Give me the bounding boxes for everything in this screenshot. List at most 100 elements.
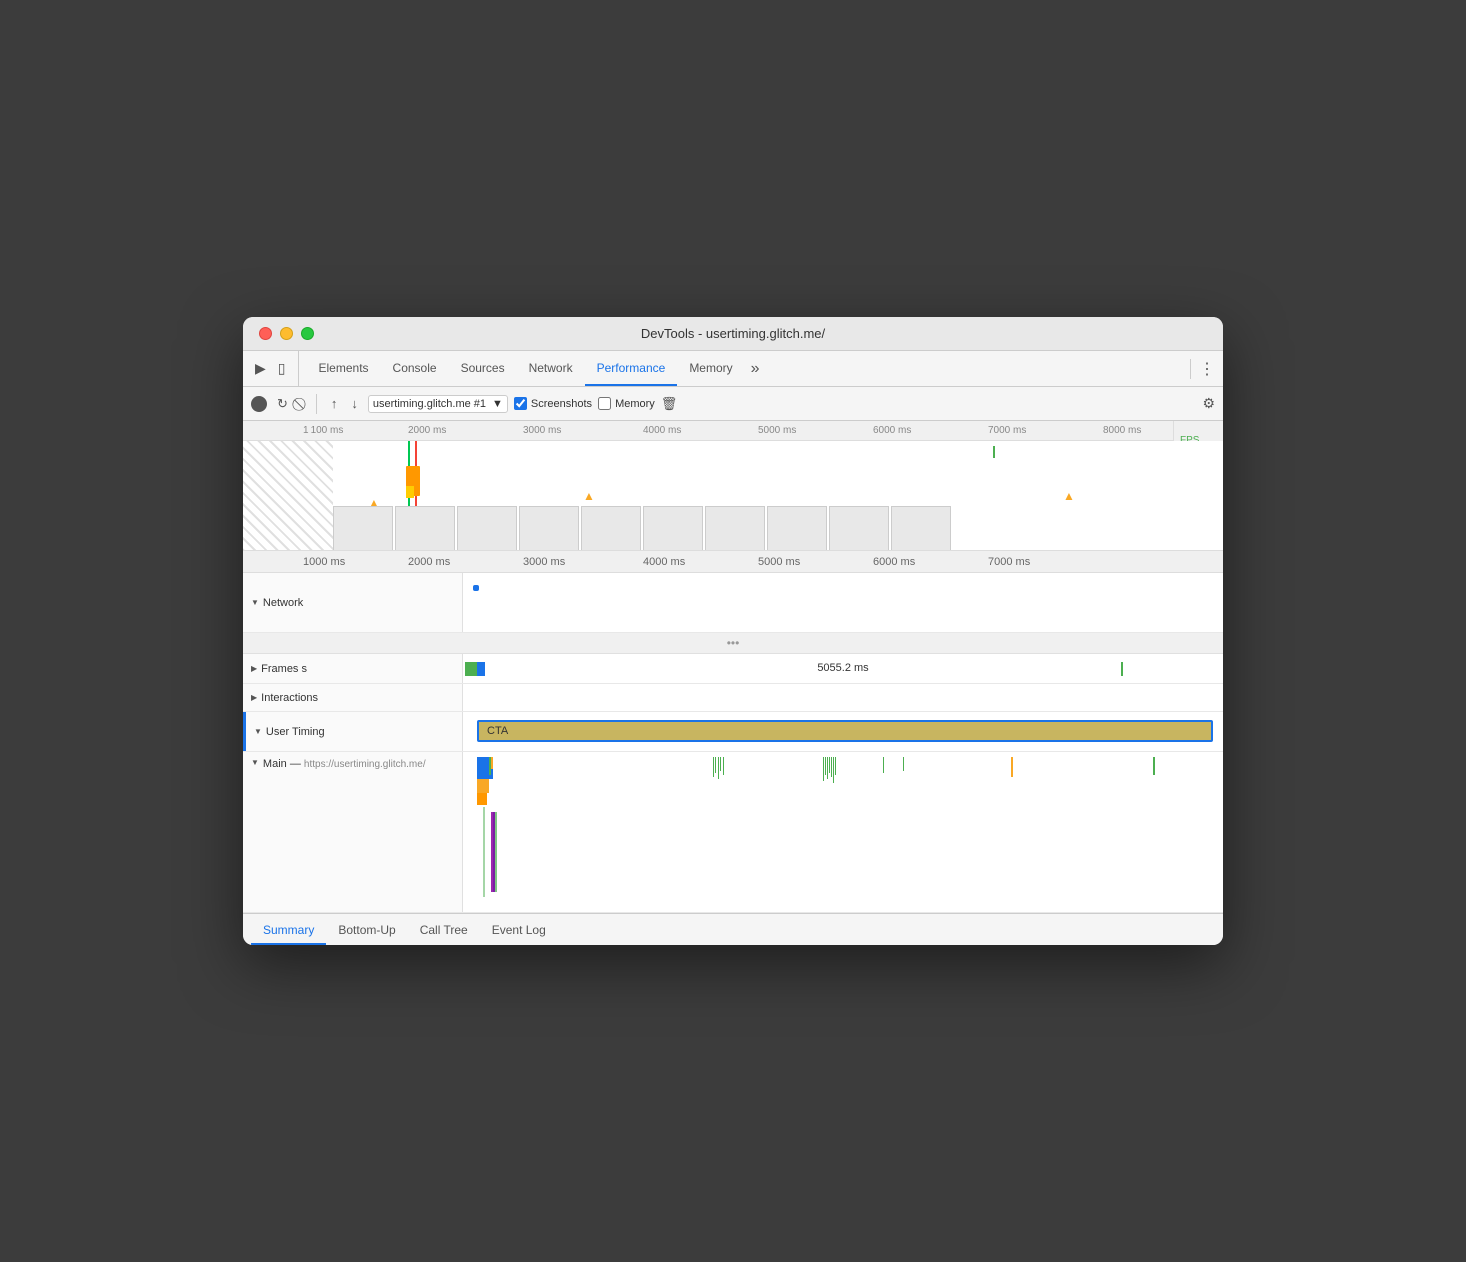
clear-button[interactable]: ⃠ bbox=[298, 392, 306, 416]
screenshot-4 bbox=[519, 506, 579, 551]
timeline-panels: ▼ Network ••• ▶ Frames s 5055.2 ms bbox=[243, 573, 1223, 913]
green-tick-3 bbox=[715, 757, 716, 773]
ruler-label-4000: 4000 ms bbox=[643, 425, 681, 436]
green-tick-10 bbox=[829, 757, 830, 773]
recording-selector[interactable]: usertiming.glitch.me #1 ▼ bbox=[368, 395, 508, 413]
device-icon[interactable]: ▯ bbox=[274, 356, 290, 381]
screenshot-6 bbox=[643, 506, 703, 551]
ruler-label-6000: 6000 ms bbox=[873, 425, 911, 436]
green-tick-11 bbox=[831, 757, 832, 777]
window-title: DevTools - usertiming.glitch.me/ bbox=[641, 326, 825, 341]
yellow-block bbox=[406, 486, 414, 498]
tab-performance[interactable]: Performance bbox=[585, 351, 678, 386]
frames-panel-label[interactable]: ▶ Frames s bbox=[243, 654, 463, 683]
triangle-icon: ▼ bbox=[251, 758, 259, 767]
frames-panel-content: 5055.2 ms bbox=[463, 654, 1223, 683]
tab-bottom-up[interactable]: Bottom-Up bbox=[326, 917, 407, 945]
green-tick-12 bbox=[833, 757, 834, 783]
green-tick-16 bbox=[1153, 757, 1155, 775]
tab-network[interactable]: Network bbox=[517, 351, 585, 386]
minimize-button[interactable] bbox=[280, 327, 293, 340]
network-panel-label[interactable]: ▼ Network bbox=[243, 573, 463, 632]
memory-check[interactable] bbox=[598, 397, 611, 410]
timeline-ruler-top: 1 100 ms 2000 ms 3000 ms 4000 ms 5000 ms… bbox=[243, 421, 1223, 441]
ruler2-label-3000: 3000 ms bbox=[523, 556, 565, 568]
tab-memory[interactable]: Memory bbox=[677, 351, 744, 386]
reload-record-button[interactable]: ↻ bbox=[273, 392, 292, 416]
ruler-label-7000: 7000 ms bbox=[988, 425, 1026, 436]
screenshot-8 bbox=[767, 506, 827, 551]
green-tick-15 bbox=[903, 757, 904, 771]
interactions-panel-content bbox=[463, 684, 1223, 711]
more-options-icon[interactable]: ⋮ bbox=[1199, 359, 1215, 379]
download-button[interactable]: ↓ bbox=[347, 392, 362, 415]
tab-elements[interactable]: Elements bbox=[307, 351, 381, 386]
title-bar: DevTools - usertiming.glitch.me/ bbox=[243, 317, 1223, 351]
user-timing-panel-label[interactable]: ▼ User Timing bbox=[243, 712, 463, 751]
screenshots-check[interactable] bbox=[514, 397, 527, 410]
green-tick-8 bbox=[825, 757, 826, 775]
fps-mark-1 bbox=[993, 446, 995, 458]
cursor-icon[interactable]: ▶ bbox=[251, 356, 270, 381]
ruler-label-8000: 8000 ms bbox=[1103, 425, 1141, 436]
maximize-button[interactable] bbox=[301, 327, 314, 340]
interactions-panel-row: ▶ Interactions bbox=[243, 684, 1223, 712]
ruler-label-5000: 5000 ms bbox=[758, 425, 796, 436]
main-label: Main — https://usertiming.glitch.me/ bbox=[263, 758, 426, 770]
rec-toolbar: ↻ ⃠ ↑ ↓ usertiming.glitch.me #1 ▼ Screen… bbox=[243, 387, 1223, 421]
upload-button[interactable]: ↑ bbox=[327, 392, 342, 415]
cta-bar[interactable]: CTA bbox=[477, 720, 1213, 742]
ruler2-label-4000: 4000 ms bbox=[643, 556, 685, 568]
delete-recording-button[interactable]: 🗑 bbox=[661, 396, 678, 412]
main-panel-label[interactable]: ▼ Main — https://usertiming.glitch.me/ bbox=[243, 752, 463, 912]
green-tick-6 bbox=[723, 757, 724, 775]
green-dash-1 bbox=[495, 812, 497, 892]
tab-sources[interactable]: Sources bbox=[449, 351, 517, 386]
green-tick-7 bbox=[823, 757, 824, 781]
frames-label: Frames s bbox=[261, 663, 307, 675]
screenshot-5 bbox=[581, 506, 641, 551]
interactions-panel-label[interactable]: ▶ Interactions bbox=[243, 684, 463, 711]
tab-summary[interactable]: Summary bbox=[251, 917, 326, 945]
tab-event-log[interactable]: Event Log bbox=[480, 917, 558, 945]
timeline-canvas-area[interactable]: ▲ ▲ ▲ bbox=[243, 441, 1223, 551]
record-button[interactable] bbox=[251, 396, 267, 412]
green-tick-4 bbox=[718, 757, 719, 779]
warning-triangle-2: ▲ bbox=[583, 489, 595, 503]
recording-label: usertiming.glitch.me #1 bbox=[373, 398, 486, 410]
interactions-label: Interactions bbox=[261, 692, 318, 704]
ruler-label-2000: 2000 ms bbox=[408, 425, 446, 436]
memory-label: Memory bbox=[615, 398, 655, 410]
user-timing-panel-content: CTA bbox=[463, 712, 1223, 751]
main-panel-content bbox=[463, 752, 1223, 912]
tab-console[interactable]: Console bbox=[381, 351, 449, 386]
screenshot-10 bbox=[891, 506, 951, 551]
screenshot-3 bbox=[457, 506, 517, 551]
more-tabs-button[interactable]: » bbox=[745, 360, 766, 378]
green-tick-5 bbox=[720, 757, 721, 771]
main-orange-block bbox=[477, 793, 487, 805]
resize-handle[interactable]: ••• bbox=[243, 633, 1223, 654]
bottom-tabs: Summary Bottom-Up Call Tree Event Log bbox=[243, 913, 1223, 945]
triangle-icon: ▶ bbox=[251, 693, 257, 702]
warning-triangle-3: ▲ bbox=[1063, 489, 1075, 503]
devtools-window: DevTools - usertiming.glitch.me/ ▶ ▯ Ele… bbox=[243, 317, 1223, 945]
triangle-icon: ▼ bbox=[254, 727, 262, 736]
green-dash-2 bbox=[483, 807, 485, 897]
screenshots-checkbox[interactable]: Screenshots bbox=[514, 397, 592, 410]
settings-button[interactable]: ⚙ bbox=[1202, 395, 1215, 412]
triangle-icon: ▶ bbox=[251, 664, 257, 673]
triangle-icon: ▼ bbox=[251, 598, 259, 607]
frames-panel-row: ▶ Frames s 5055.2 ms bbox=[243, 654, 1223, 684]
nav-tabs: Elements Console Sources Network Perform… bbox=[307, 351, 1183, 386]
toolbar-separator bbox=[1190, 359, 1191, 379]
tab-call-tree[interactable]: Call Tree bbox=[408, 917, 480, 945]
frame-time-label: 5055.2 ms bbox=[817, 662, 868, 674]
ruler2-label-6000: 6000 ms bbox=[873, 556, 915, 568]
cta-label: CTA bbox=[487, 725, 508, 737]
green-tick-9 bbox=[827, 757, 828, 779]
close-button[interactable] bbox=[259, 327, 272, 340]
green-tick-14 bbox=[883, 757, 884, 773]
ruler2-label-1000: 1000 ms bbox=[303, 556, 345, 568]
memory-checkbox[interactable]: Memory bbox=[598, 397, 655, 410]
